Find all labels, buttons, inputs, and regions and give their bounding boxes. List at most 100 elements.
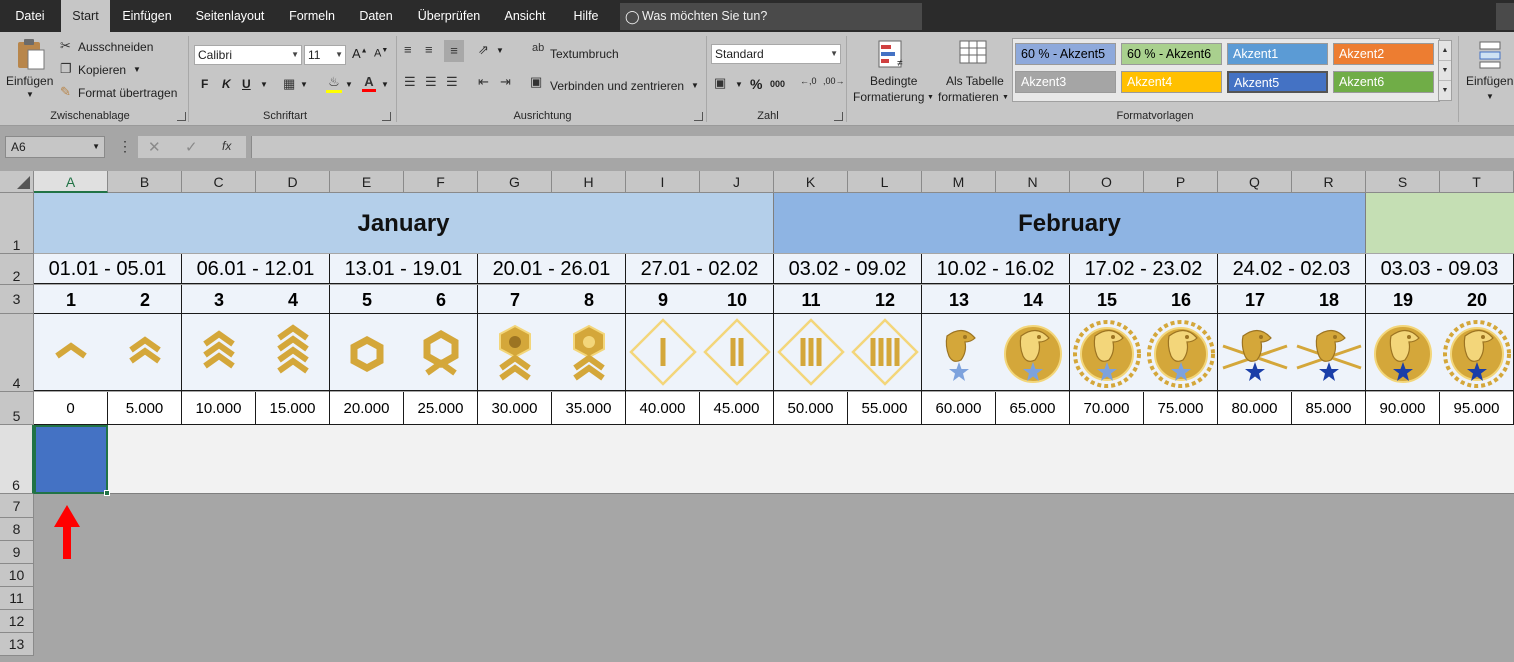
column-header[interactable]: C <box>182 171 256 193</box>
points-cell[interactable]: 45.000 <box>700 392 774 425</box>
formula-input[interactable] <box>251 136 1514 158</box>
fill-color-icon[interactable]: ♨ <box>326 74 342 93</box>
points-cell[interactable]: 20.000 <box>330 392 404 425</box>
points-cell[interactable]: 60.000 <box>922 392 996 425</box>
tab-ueberpruefen[interactable]: Überprüfen <box>409 0 489 32</box>
row-header[interactable]: 7 <box>0 494 34 518</box>
copy-dropdown-icon[interactable]: ▼ <box>133 65 141 74</box>
alignment-dialog-launcher[interactable] <box>694 112 703 121</box>
points-cell[interactable]: 55.000 <box>848 392 922 425</box>
row-header[interactable]: 12 <box>0 610 34 633</box>
tab-einfuegen[interactable]: Einfügen <box>112 0 182 32</box>
tell-me-search[interactable]: ◯ Was möchten Sie tun? <box>620 3 922 30</box>
borders-dropdown-icon[interactable]: ▼ <box>300 80 308 89</box>
column-header[interactable]: S <box>1366 171 1440 193</box>
bold-button[interactable]: F <box>201 77 208 91</box>
grow-font-button[interactable]: A▲ <box>352 46 368 61</box>
column-header[interactable]: D <box>256 171 330 193</box>
row-header[interactable]: 1 <box>0 193 34 254</box>
selected-cell-a6[interactable] <box>34 425 110 496</box>
italic-button[interactable]: K <box>222 77 231 91</box>
points-cell[interactable]: 90.000 <box>1366 392 1440 425</box>
tab-ansicht[interactable]: Ansicht <box>495 0 555 32</box>
points-cell[interactable]: 95.000 <box>1440 392 1514 425</box>
month-february[interactable]: February <box>774 193 1366 253</box>
wrap-text-button[interactable]: Textumbruch <box>550 47 619 61</box>
tab-seitenlayout[interactable]: Seitenlayout <box>185 0 275 32</box>
date-range-cell[interactable]: 10.02 - 16.02 <box>922 254 1070 284</box>
points-cell[interactable]: 10.000 <box>182 392 256 425</box>
column-header[interactable]: A <box>34 171 108 193</box>
conditional-formatting-button[interactable]: ≠ Bedingte Formatierung ▼ <box>850 38 936 108</box>
date-range-cell[interactable]: 03.03 - 09.03 <box>1366 254 1514 284</box>
orientation-icon[interactable]: ⇗ <box>478 42 489 58</box>
points-cell[interactable]: 75.000 <box>1144 392 1218 425</box>
percent-button[interactable]: % <box>750 76 762 92</box>
merge-dropdown-icon[interactable]: ▼ <box>691 81 699 90</box>
style-akzent2[interactable]: Akzent2 <box>1333 43 1434 65</box>
decrease-decimal-button[interactable]: ,00→ <box>823 76 845 86</box>
column-header[interactable]: N <box>996 171 1070 193</box>
tab-start[interactable]: Start <box>61 0 110 32</box>
font-color-icon[interactable]: A <box>362 74 376 92</box>
date-range-cell[interactable]: 17.02 - 23.02 <box>1070 254 1218 284</box>
row-header[interactable]: 5 <box>0 392 34 425</box>
align-left-icon[interactable]: ☰ <box>404 74 416 90</box>
insert-function-icon[interactable]: fx <box>222 139 231 153</box>
points-cell[interactable]: 85.000 <box>1292 392 1366 425</box>
font-size-select[interactable]: 11 ▼ <box>304 45 346 65</box>
column-header[interactable]: O <box>1070 171 1144 193</box>
gallery-scrollbar[interactable]: ▲ ▼ ▼ <box>1438 40 1452 101</box>
font-name-select[interactable]: Calibri ▼ <box>194 45 302 65</box>
column-header[interactable]: G <box>478 171 552 193</box>
enter-icon[interactable]: ✓ <box>185 138 198 156</box>
font-color-dropdown-icon[interactable]: ▼ <box>381 80 389 89</box>
style-akzent5[interactable]: Akzent5 <box>1227 71 1328 93</box>
more-styles-icon[interactable]: ▼ <box>1439 81 1451 100</box>
format-as-table-button[interactable]: Als Tabelle formatieren ▼ <box>937 38 1011 108</box>
points-cell[interactable]: 30.000 <box>478 392 552 425</box>
date-range-cell[interactable]: 03.02 - 09.02 <box>774 254 922 284</box>
column-header[interactable]: M <box>922 171 996 193</box>
increase-decimal-button[interactable]: ←,0 <box>800 76 817 86</box>
more-icon[interactable]: ⋮ <box>118 138 132 155</box>
style-60-akzent5[interactable]: 60 % - Akzent5 <box>1015 43 1116 65</box>
row-header[interactable]: 2 <box>0 254 34 285</box>
column-header[interactable]: R <box>1292 171 1366 193</box>
style-akzent4[interactable]: Akzent4 <box>1121 71 1222 93</box>
name-box[interactable]: A6 ▼ <box>5 136 105 158</box>
style-akzent6[interactable]: Akzent6 <box>1333 71 1434 93</box>
row-header[interactable]: 3 <box>0 285 34 314</box>
copy-button[interactable]: Kopieren <box>78 63 126 77</box>
align-bottom-icon[interactable]: ≡ <box>444 40 464 62</box>
borders-icon[interactable]: ▦ <box>283 76 295 92</box>
points-cell[interactable]: 65.000 <box>996 392 1070 425</box>
points-cell[interactable]: 35.000 <box>552 392 626 425</box>
currency-dropdown-icon[interactable]: ▼ <box>735 80 743 89</box>
month-march[interactable] <box>1366 193 1514 253</box>
column-header[interactable]: I <box>626 171 700 193</box>
fill-handle[interactable] <box>104 490 110 496</box>
underline-dropdown-icon[interactable]: ▼ <box>260 80 268 89</box>
style-akzent1[interactable]: Akzent1 <box>1227 43 1328 65</box>
scroll-down-icon[interactable]: ▼ <box>1439 61 1451 81</box>
row-header[interactable]: 11 <box>0 587 34 610</box>
cancel-icon[interactable]: ✕ <box>148 138 161 156</box>
cut-button[interactable]: Ausschneiden <box>78 40 153 54</box>
shrink-font-button[interactable]: A▼ <box>374 47 388 60</box>
column-header[interactable]: H <box>552 171 626 193</box>
column-header[interactable]: J <box>700 171 774 193</box>
merge-center-button[interactable]: Verbinden und zentrieren <box>550 79 684 93</box>
column-header[interactable]: E <box>330 171 404 193</box>
date-range-cell[interactable]: 20.01 - 26.01 <box>478 254 626 284</box>
paste-button[interactable]: Einfügen ▼ <box>4 38 54 104</box>
column-header[interactable]: K <box>774 171 848 193</box>
points-cell[interactable]: 25.000 <box>404 392 478 425</box>
row-header[interactable]: 8 <box>0 518 34 541</box>
date-range-cell[interactable]: 01.01 - 05.01 <box>34 254 182 284</box>
column-header[interactable]: Q <box>1218 171 1292 193</box>
column-header[interactable]: L <box>848 171 922 193</box>
style-60-akzent6[interactable]: 60 % - Akzent6 <box>1121 43 1222 65</box>
points-cell[interactable]: 70.000 <box>1070 392 1144 425</box>
fill-dropdown-icon[interactable]: ▼ <box>345 80 353 89</box>
